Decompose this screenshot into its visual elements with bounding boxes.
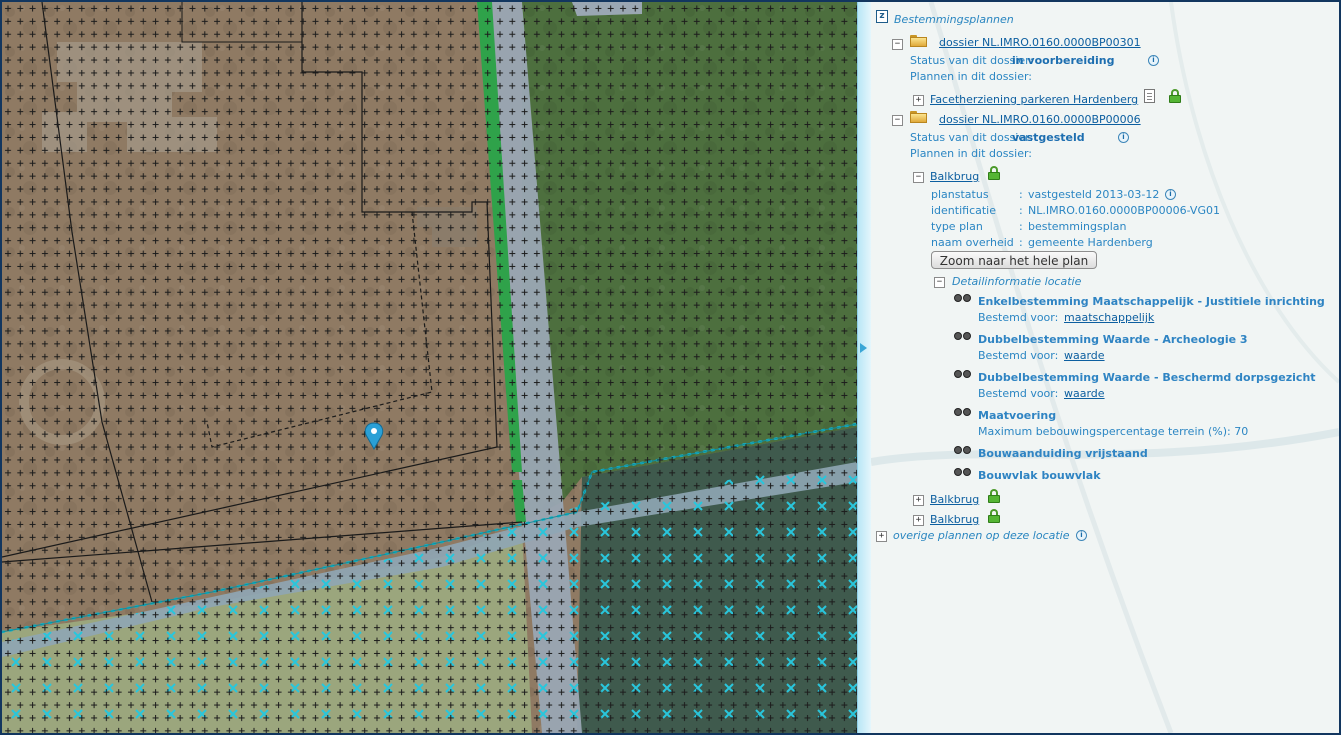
lock-icon xyxy=(988,166,1000,180)
info-icon[interactable]: i xyxy=(1076,530,1087,541)
detail-value: NL.IMRO.0160.0000BP00006-VG01 xyxy=(1028,204,1220,217)
plan-facetherziening-link[interactable]: Facetherziening parkeren Hardenberg xyxy=(930,93,1138,107)
detail-sep: : xyxy=(1019,220,1023,233)
other-plans-label[interactable]: overige plannen op deze locatie xyxy=(893,529,1070,543)
dossier-2-status-value: vastgesteld xyxy=(1012,131,1085,144)
lock-icon xyxy=(988,489,1000,503)
location-title: Maatvoering xyxy=(978,409,1057,422)
dossier-2-plans-label: Plannen in dit dossier: xyxy=(910,147,1033,160)
detail-sep: : xyxy=(1019,236,1023,249)
toggle-detail-info[interactable]: − xyxy=(934,277,945,288)
detail-key: naam overheid xyxy=(931,236,1014,249)
plan-balkbrug-link[interactable]: Balkbrug xyxy=(930,493,979,507)
lock-icon xyxy=(988,509,1000,523)
viewer-frame: z Bestemmingsplannen − dossier NL.IMRO.0… xyxy=(0,0,1341,735)
detail-sep: : xyxy=(1019,188,1023,201)
toggle-dossier-1[interactable]: − xyxy=(892,39,903,50)
location-sub-label: Bestemd voor: xyxy=(978,311,1059,324)
info-icon[interactable]: i xyxy=(1165,189,1176,200)
detail-info-header: Detailinformatie locatie xyxy=(952,275,1082,288)
dossier-1-link[interactable]: dossier NL.IMRO.0160.0000BP00301 xyxy=(939,36,1141,50)
toggle-dossier-2[interactable]: − xyxy=(892,115,903,126)
dossier-2-link[interactable]: dossier NL.IMRO.0160.0000BP00006 xyxy=(939,113,1141,127)
info-icon[interactable]: i xyxy=(1148,55,1159,66)
binoculars-icon xyxy=(954,443,974,455)
location-sub-label: Bestemd voor: xyxy=(978,349,1059,362)
plan-balkbrug-link[interactable]: Balkbrug xyxy=(930,513,979,527)
toggle-plan-balkbrug-2[interactable]: + xyxy=(913,495,924,506)
collapse-arrow-icon[interactable] xyxy=(860,343,867,353)
location-sub-label: Bestemd voor: xyxy=(978,387,1059,400)
binoculars-icon xyxy=(954,367,974,379)
detail-key: identificatie xyxy=(931,204,997,217)
zoom-icon: z xyxy=(876,10,888,23)
detail-sep: : xyxy=(1019,204,1023,217)
folder-icon xyxy=(910,35,927,47)
binoculars-icon xyxy=(954,329,974,341)
location-title: Enkelbestemming Maatschappelijk - Justit… xyxy=(978,295,1325,308)
map-view[interactable] xyxy=(2,2,857,733)
toggle-plan-facetherziening[interactable]: + xyxy=(913,95,924,106)
map-canvas[interactable] xyxy=(2,2,857,733)
detail-value: vastgesteld 2013-03-12 xyxy=(1028,188,1160,201)
location-sub-link[interactable]: waarde xyxy=(1064,349,1105,363)
plan-balkbrug-link[interactable]: Balkbrug xyxy=(930,170,979,184)
dossier-1-status-value: in voorbereiding xyxy=(1012,54,1115,67)
toggle-plan-balkbrug-1[interactable]: − xyxy=(913,172,924,183)
binoculars-icon xyxy=(954,291,974,303)
info-panel: z Bestemmingsplannen − dossier NL.IMRO.0… xyxy=(871,2,1339,733)
location-title: Dubbelbestemming Waarde - Beschermd dorp… xyxy=(978,371,1316,384)
location-title: Bouwvlak bouwvlak xyxy=(978,469,1101,482)
binoculars-icon xyxy=(954,465,974,477)
location-title: Bouwaanduiding vrijstaand xyxy=(978,447,1148,460)
detail-key: type plan xyxy=(931,220,983,233)
detail-value: gemeente Hardenberg xyxy=(1028,236,1153,249)
dossier-1-plans-label: Plannen in dit dossier: xyxy=(910,70,1033,83)
location-sub-label: Maximum bebouwingspercentage terrein (%)… xyxy=(978,425,1249,438)
root-label: Bestemmingsplannen xyxy=(894,13,1014,26)
folder-icon xyxy=(910,111,927,123)
info-icon[interactable]: i xyxy=(1118,132,1129,143)
location-sub-link[interactable]: waarde xyxy=(1064,387,1105,401)
document-icon[interactable] xyxy=(1144,89,1155,103)
detail-key: planstatus xyxy=(931,188,989,201)
detail-value: bestemmingsplan xyxy=(1028,220,1127,233)
zoom-to-plan-button[interactable]: Zoom naar het hele plan xyxy=(931,251,1097,269)
location-sub-link[interactable]: maatschappelijk xyxy=(1064,311,1154,325)
background-map-watermark xyxy=(871,2,1339,733)
toggle-plan-balkbrug-3[interactable]: + xyxy=(913,515,924,526)
toggle-other-plans[interactable]: + xyxy=(876,531,887,542)
panel-splitter[interactable] xyxy=(857,2,871,733)
location-title: Dubbelbestemming Waarde - Archeologie 3 xyxy=(978,333,1248,346)
binoculars-icon xyxy=(954,405,974,417)
lock-icon xyxy=(1169,89,1181,103)
